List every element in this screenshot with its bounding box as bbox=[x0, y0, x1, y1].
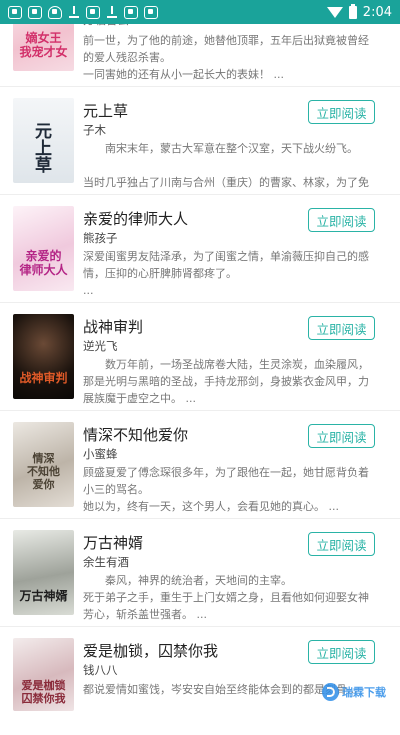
watermark-logo-icon bbox=[322, 683, 339, 701]
book-author: 钱八八 bbox=[83, 663, 118, 677]
book-description: 深爱闺蜜男友陆泽承，为了闺蜜之情，单渝薇压抑自己的感情，压抑的心肝脾肺肾都疼了。… bbox=[83, 250, 369, 297]
book-title: 万古神婿 bbox=[83, 534, 144, 552]
book-list-item[interactable]: 战神审判 战神审判 逆光飞 数万年前，一场圣战席卷大陆，生灵涂炭，血染履风，那是… bbox=[0, 303, 400, 411]
watermark: 瑞霖下载 bbox=[322, 680, 386, 704]
wifi-icon bbox=[326, 6, 343, 18]
book-title: 战神审判 bbox=[83, 318, 144, 336]
book-author: 逆光飞 bbox=[83, 339, 118, 353]
book-list-item[interactable]: 万古神婿 万古神婿 余生有酒 秦风，神界的统治者，天地间的主宰。 死于弟子之手，… bbox=[0, 519, 400, 627]
read-now-button[interactable]: 立即阅读 bbox=[308, 316, 375, 340]
notification-icons bbox=[8, 5, 158, 19]
shield-icon bbox=[48, 5, 62, 19]
book-author: 小蜜蜂 bbox=[83, 447, 118, 461]
book-title: 爱是枷锁，囚禁你我 bbox=[83, 642, 219, 660]
book-cover[interactable]: 元上草 bbox=[13, 98, 74, 183]
book-cover-title: 元上草 bbox=[31, 122, 51, 173]
app-notification-icon bbox=[28, 5, 42, 19]
book-title: 亲爱的律师大人 bbox=[83, 210, 189, 228]
watermark-text: 瑞霖下载 bbox=[342, 686, 386, 699]
book-description: 顾盛夏爱了傅念琛很多年，为了跟他在一起，她甘愿背负着小三的骂名。 她以为，终有一… bbox=[83, 466, 369, 513]
clock: 2:04 bbox=[362, 4, 392, 20]
book-title: 元上草 bbox=[83, 102, 129, 120]
status-right: 2:04 bbox=[326, 3, 392, 20]
book-list-item[interactable]: 元上草 元上草 子木 南宋末年，蒙古大军意在整个汉室，天下战火纷飞。 当时几乎独… bbox=[0, 87, 400, 195]
book-cover[interactable]: 爱是枷锁 囚禁你我 bbox=[13, 638, 74, 711]
read-now-button[interactable]: 立即阅读 bbox=[308, 640, 375, 664]
app-notification-icon bbox=[86, 5, 100, 19]
app-notification-icon bbox=[144, 5, 158, 19]
app-notification-icon bbox=[8, 5, 22, 19]
book-cover[interactable]: 战神审判 bbox=[13, 314, 74, 399]
book-author: 熊孩子 bbox=[83, 231, 118, 245]
book-cover-title: 万古神婿 bbox=[19, 589, 68, 603]
read-now-button[interactable]: 立即阅读 bbox=[308, 100, 375, 124]
book-cover[interactable]: 情深 不知他 爱你 bbox=[13, 422, 74, 507]
read-now-button[interactable]: 立即阅读 bbox=[308, 208, 375, 232]
book-description: 数万年前，一场圣战席卷大陆，生灵涂炭，血染履风，那是光明与黑暗的圣战，手持龙邢剑… bbox=[83, 358, 369, 405]
book-list-item[interactable]: 亲爱的 律师大人 亲爱的律师大人 熊孩子 深爱闺蜜男友陆泽承，为了闺蜜之情，单渝… bbox=[0, 195, 400, 303]
download-icon bbox=[106, 5, 118, 19]
status-bar: 2:04 bbox=[0, 0, 400, 24]
book-cover-title: 战神审判 bbox=[19, 371, 68, 385]
app-notification-icon bbox=[124, 5, 138, 19]
book-author: 余生有酒 bbox=[83, 555, 129, 569]
book-cover-title: 情深 不知他 爱你 bbox=[27, 452, 60, 491]
book-author: 子木 bbox=[83, 123, 106, 137]
book-cover-title: 亲爱的 律师大人 bbox=[19, 249, 68, 277]
book-cover-title: 嫡女王 我宠才女 bbox=[19, 31, 68, 59]
book-description: 前一世，为了他的前途，她替他顶罪，五年后出狱竟被曾经的爱人残忍杀害。 一同害她的… bbox=[83, 34, 369, 81]
battery-icon bbox=[348, 3, 357, 19]
book-cover[interactable]: 万古神婿 bbox=[13, 530, 74, 615]
book-cover[interactable]: 亲爱的 律师大人 bbox=[13, 206, 74, 291]
book-cover-title: 爱是枷锁 囚禁你我 bbox=[21, 679, 66, 705]
book-list-item[interactable]: 情深 不知他 爱你 情深不知他爱你 小蜜蜂 顾盛夏爱了傅念琛很多年，为了跟他在一… bbox=[0, 411, 400, 519]
book-description: 秦风，神界的统治者，天地间的主宰。 死于弟子之手，重生于上门女婿之身，且看他如何… bbox=[83, 574, 369, 621]
read-now-button[interactable]: 立即阅读 bbox=[308, 424, 375, 448]
read-now-button[interactable]: 立即阅读 bbox=[308, 532, 375, 556]
book-description: 南宋末年，蒙古大军意在整个汉室，天下战火纷飞。 当时几乎独占了川南与合州（重庆）… bbox=[83, 142, 369, 189]
book-title: 情深不知他爱你 bbox=[83, 426, 189, 444]
download-icon bbox=[68, 5, 80, 19]
